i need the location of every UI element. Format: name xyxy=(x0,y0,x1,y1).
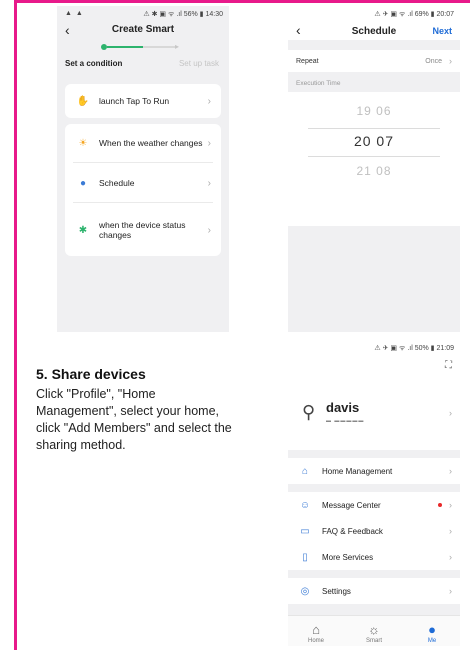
section-body: Click "Profile", "Home Management", sele… xyxy=(36,387,232,452)
step-arrow-icon: ▸ xyxy=(175,42,180,51)
divider xyxy=(73,202,213,203)
schedule-screen: ⚠ ✈ ▣ ᯤ .ıl 69% ▮ 20:07 ‹ Schedule Next … xyxy=(288,6,460,332)
step-line-active xyxy=(107,46,143,48)
chevron-right-icon: › xyxy=(207,95,211,107)
condition-schedule[interactable]: ● Schedule › xyxy=(65,168,221,198)
status-right: ⚠ ✱ ▣ ᯤ .ıl 56% ▮ 14:30 xyxy=(143,11,223,18)
launch-tap-to-run-item[interactable]: ✋ launch Tap To Run › xyxy=(65,86,221,116)
tab-label: Smart xyxy=(365,638,382,644)
chevron-right-icon: › xyxy=(207,224,211,236)
condition-weather[interactable]: ☀ When the weather changes › xyxy=(65,128,221,158)
tab-bar: ⌂ Home ☼ Smart ● Me xyxy=(288,615,460,646)
profile-screen: ⚠ ✈ ▣ ᯤ .ıl 50% ▮ 21:09 ⛶ ⚲ davis ▬ ▬▬▬▬… xyxy=(288,340,460,646)
user-subtext: ▬ ▬▬▬▬▬ xyxy=(326,418,365,424)
create-smart-screen: ▲ ▲ ⚠ ✱ ▣ ᯤ .ıl 56% ▮ 14:30 ‹ Create Sma… xyxy=(57,6,229,332)
divider xyxy=(73,162,213,163)
me-tab-icon: ● xyxy=(428,622,436,637)
repeat-label: Repeat xyxy=(296,58,319,65)
tab-label: Home xyxy=(307,638,324,644)
status-bar: ⚠ ✈ ▣ ᯤ .ıl 50% ▮ 21:09 xyxy=(288,340,460,354)
unread-dot xyxy=(438,503,442,507)
time-picker[interactable]: 19 06 20 07 21 08 xyxy=(288,92,460,226)
tab-smart[interactable]: ☼ Smart xyxy=(354,622,394,644)
status-bar: ⚠ ✈ ▣ ᯤ .ıl 69% ▮ 20:07 xyxy=(288,6,460,20)
condition-label: Schedule xyxy=(99,178,135,188)
sun-icon: ☀ xyxy=(78,137,88,149)
chevron-right-icon: › xyxy=(449,586,452,596)
step-label-active: Set a condition xyxy=(65,59,123,68)
chevron-right-icon: › xyxy=(449,408,452,418)
picker-line-bottom xyxy=(308,156,440,157)
picker-line-top xyxy=(308,128,440,129)
home-icon: ⌂ xyxy=(301,465,309,477)
status-right: ⚠ ✈ ▣ ᯤ .ıl 69% ▮ 20:07 xyxy=(374,11,454,18)
services-icon: ▯ xyxy=(302,551,308,563)
menu-home-management[interactable]: ⌂ Home Management › xyxy=(288,458,460,484)
message-icon: ☺ xyxy=(299,499,311,511)
condition-label: When the weather changes xyxy=(99,138,203,148)
menu-label: Message Center xyxy=(322,500,381,510)
step-label-inactive: Set up task xyxy=(178,59,219,68)
menu-label: More Services xyxy=(322,552,374,562)
menu-settings[interactable]: ◎ Settings › xyxy=(288,578,460,604)
status-bar: ▲ ▲ ⚠ ✱ ▣ ᯤ .ıl 56% ▮ 14:30 xyxy=(57,6,229,20)
menu-more-services[interactable]: ▯ More Services › xyxy=(288,544,460,570)
header-area: ⛶ ⚲ davis ▬ ▬▬▬▬▬ › xyxy=(288,354,460,450)
status-left: ▲ ▲ xyxy=(65,10,84,17)
smart-tab-icon: ☼ xyxy=(368,622,380,637)
tab-label: Me xyxy=(427,638,437,644)
execution-time-label: Execution Time xyxy=(296,80,341,87)
tab-me[interactable]: ● Me xyxy=(412,622,452,644)
section-title: 5. Share devices xyxy=(36,366,146,382)
chevron-right-icon: › xyxy=(449,526,452,536)
condition-card: ☀ When the weather changes › ● Schedule … xyxy=(65,124,221,256)
feedback-icon: ▭ xyxy=(300,525,310,537)
chevron-right-icon: › xyxy=(449,466,452,476)
clock-icon: ● xyxy=(79,177,87,189)
menu-message-center[interactable]: ☺ Message Center › xyxy=(288,492,460,518)
launch-label: launch Tap To Run xyxy=(99,96,170,106)
profile-card[interactable]: ⚲ davis ▬ ▬▬▬▬▬ › xyxy=(288,396,460,436)
avatar-icon: ⚲ xyxy=(302,402,316,422)
menu-faq-feedback[interactable]: ▭ FAQ & Feedback › xyxy=(288,518,460,544)
page-title: Create Smart xyxy=(111,24,175,35)
chevron-right-icon: › xyxy=(449,552,452,562)
chevron-right-icon: › xyxy=(207,137,211,149)
scan-icon[interactable]: ⛶ xyxy=(445,360,452,371)
menu-label: FAQ & Feedback xyxy=(322,526,383,536)
chevron-right-icon: › xyxy=(449,500,452,510)
home-tab-icon: ⌂ xyxy=(312,622,320,637)
settings-icon: ◎ xyxy=(300,585,310,597)
condition-label: when the device status changes xyxy=(99,220,186,240)
picker-item-selected[interactable]: 20 07 xyxy=(288,133,460,149)
status-right: ⚠ ✈ ▣ ᯤ .ıl 50% ▮ 21:09 xyxy=(374,345,454,352)
condition-device-status[interactable]: ✱ when the device status changes › xyxy=(65,212,221,248)
page-border-top xyxy=(14,0,470,3)
picker-item-next[interactable]: 21 08 xyxy=(288,164,460,178)
launch-card: ✋ launch Tap To Run › xyxy=(65,84,221,118)
page-border-left xyxy=(14,0,17,650)
repeat-row[interactable]: Repeat Once › xyxy=(288,50,460,72)
stepper: ▸ Set a condition Set up task xyxy=(57,36,229,78)
chevron-right-icon: › xyxy=(449,56,452,66)
repeat-value: Once xyxy=(425,58,442,65)
tab-home[interactable]: ⌂ Home xyxy=(296,622,336,644)
menu-label: Settings xyxy=(322,586,351,596)
device-icon: ✱ xyxy=(78,224,88,236)
menu-label: Home Management xyxy=(322,466,393,476)
nav-bar: ‹ Schedule Next xyxy=(288,20,460,40)
step-line-inactive xyxy=(143,46,175,48)
picker-item-prev[interactable]: 19 06 xyxy=(288,104,460,118)
chevron-right-icon: › xyxy=(207,177,211,189)
next-button[interactable]: Next xyxy=(432,26,452,36)
username: davis xyxy=(326,400,360,415)
hand-icon: ✋ xyxy=(76,95,90,107)
